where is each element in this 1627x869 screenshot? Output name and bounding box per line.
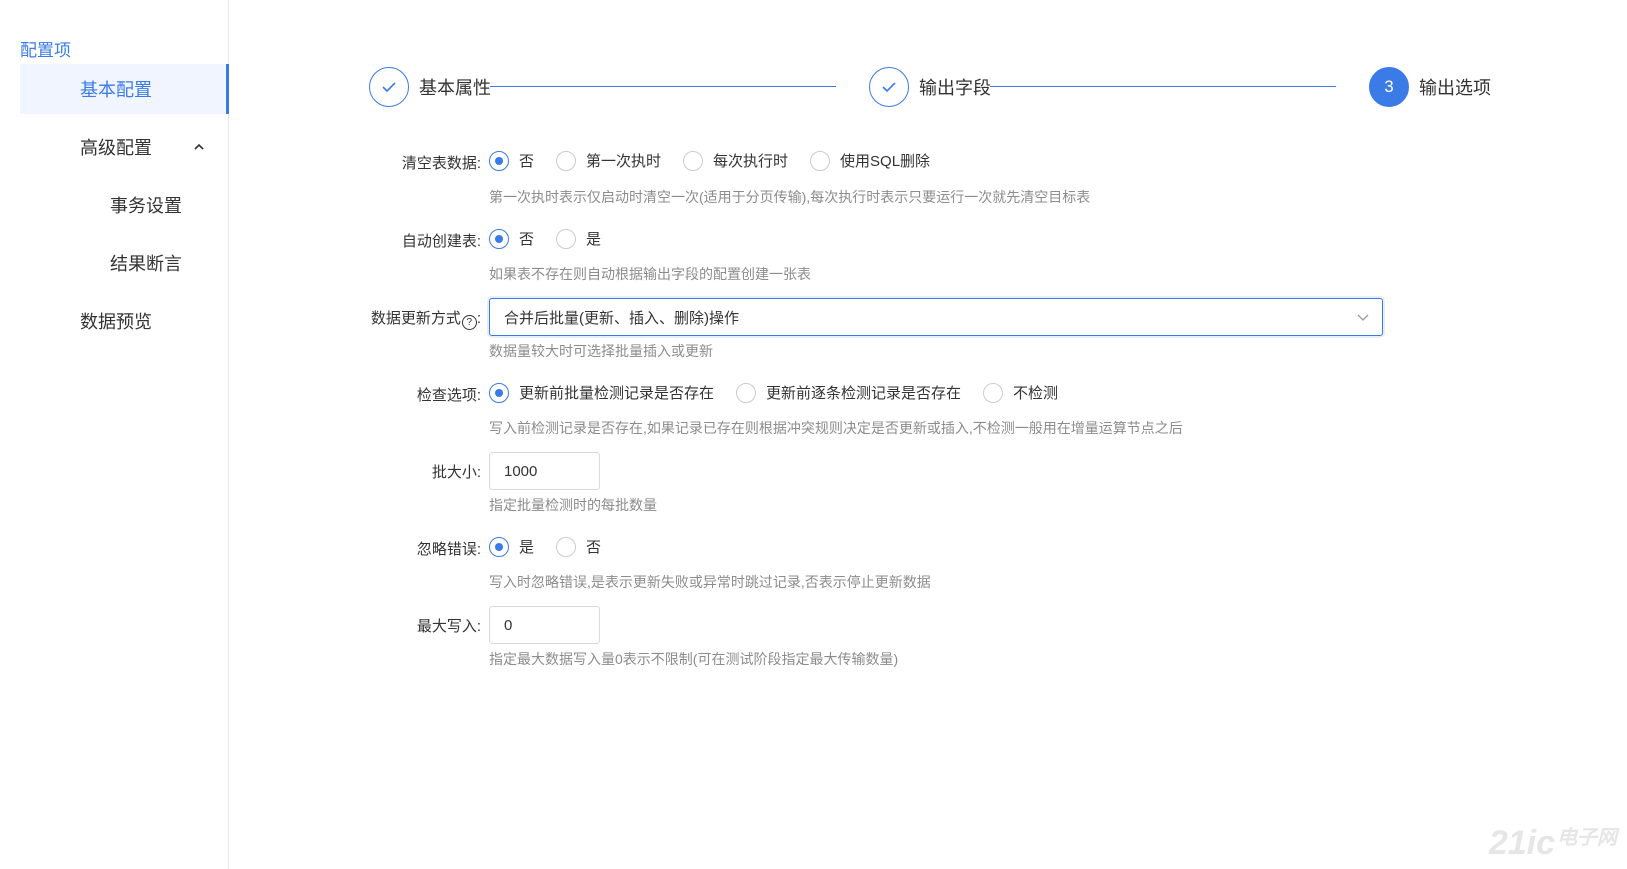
- sidebar: 配置项 基本配置 高级配置 事务设置 结果断言 数据预览: [0, 0, 229, 869]
- radio-dot: [489, 536, 509, 557]
- radio-label: 是: [586, 231, 602, 248]
- radio-label: 是: [519, 539, 535, 556]
- help-icon[interactable]: ?: [461, 315, 477, 330]
- radio-dot: [556, 150, 577, 171]
- radio-check-batch[interactable]: 更新前批量检测记录是否存在: [489, 382, 714, 403]
- field-hint: 写入前检测记录是否存在,如果记录已存在则根据冲突规则决定是否更新或插入,不检测一…: [489, 420, 1183, 436]
- radio-label: 更新前批量检测记录是否存在: [519, 385, 715, 402]
- radio-label: 第一次执时: [586, 153, 662, 170]
- steps-bar: 基本属性 输出字段 3 输出选项: [369, 66, 1529, 108]
- update-mode-select[interactable]: 合并后批量(更新、插入、删除)操作: [489, 298, 1383, 336]
- field-hint: 如果表不存在则自动根据输出字段的配置创建一张表: [489, 266, 811, 282]
- field-hint: 数据量较大时可选择批量插入或更新: [489, 343, 713, 359]
- radio-label: 否: [586, 539, 602, 556]
- check-icon: [382, 82, 396, 93]
- sidebar-item-advanced-config[interactable]: 高级配置: [20, 122, 229, 172]
- radio-check-none[interactable]: 不检测: [983, 382, 1058, 403]
- max-write-input[interactable]: 0: [489, 606, 600, 644]
- chevron-up-icon: [194, 143, 204, 150]
- chevron-down-icon: [1357, 314, 1369, 321]
- sidebar-item-data-preview[interactable]: 数据预览: [20, 296, 229, 346]
- field-hint: 指定最大数据写入量0表示不限制(可在测试阶段指定最大传输数量): [489, 651, 899, 667]
- form-label: 批大小:: [431, 464, 481, 481]
- form-label: 忽略错误:: [416, 541, 481, 558]
- field-hint: 写入时忽略错误,是表示更新失败或异常时跳过记录,否表示停止更新数据: [489, 574, 931, 590]
- step-basic-properties[interactable]: 基本属性: [369, 66, 491, 108]
- sidebar-item-label: 结果断言: [110, 254, 182, 274]
- radio-label: 不检测: [1013, 385, 1059, 402]
- sidebar-title: 配置项: [20, 41, 71, 60]
- batch-size-input[interactable]: 1000: [489, 452, 600, 490]
- step-output-fields[interactable]: 输出字段: [869, 66, 991, 108]
- radio-clear-first-time[interactable]: 第一次执时: [556, 150, 661, 171]
- input-value: 1000: [504, 462, 538, 480]
- form-label-text: 数据更新方式: [370, 310, 461, 327]
- radio-label: 使用SQL删除: [840, 153, 931, 170]
- step-output-options[interactable]: 3 输出选项: [1369, 66, 1491, 108]
- radio-check-one-by-one[interactable]: 更新前逐条检测记录是否存在: [736, 382, 961, 403]
- radio-dot: [983, 382, 1004, 403]
- radio-auto-create-yes[interactable]: 是: [556, 228, 601, 249]
- step-label: 基本属性: [419, 78, 491, 98]
- radio-label: 否: [519, 231, 535, 248]
- step-connector: [490, 86, 836, 87]
- radio-clear-sql-delete[interactable]: 使用SQL删除: [810, 150, 930, 171]
- watermark-cn: 电子网: [1557, 827, 1617, 849]
- form-label: 检查选项:: [416, 387, 481, 404]
- radio-dot: [810, 150, 831, 171]
- form-label-colon: :: [476, 310, 481, 327]
- form-label: 最大写入:: [416, 618, 481, 635]
- radio-dot: [556, 228, 577, 249]
- step-done-circle: [369, 67, 409, 107]
- sidebar-item-result-assert[interactable]: 结果断言: [20, 238, 229, 288]
- sidebar-item-basic-config[interactable]: 基本配置: [20, 64, 229, 114]
- field-hint: 第一次执时表示仅启动时清空一次(适用于分页传输),每次执行时表示只要运行一次就先…: [489, 189, 1091, 205]
- radio-dot: [556, 536, 577, 557]
- radio-ignore-yes[interactable]: 是: [489, 536, 534, 557]
- step-connector: [990, 86, 1336, 87]
- radio-clear-no[interactable]: 否: [489, 150, 534, 171]
- radio-dot: [489, 150, 509, 171]
- check-icon: [882, 82, 896, 93]
- radio-dot: [736, 382, 757, 403]
- form-label: 自动创建表:: [401, 233, 481, 250]
- step-number-circle: 3: [1369, 67, 1409, 107]
- sidebar-item-label: 高级配置: [80, 138, 152, 158]
- watermark-logo: 21ic 电子网: [1489, 821, 1617, 863]
- field-hint: 指定批量检测时的每批数量: [489, 497, 657, 513]
- sidebar-item-label: 数据预览: [80, 312, 152, 332]
- step-label: 输出选项: [1419, 78, 1491, 98]
- sidebar-item-label: 基本配置: [80, 80, 152, 100]
- form-label: 数据更新方式?:: [371, 307, 481, 330]
- select-value: 合并后批量(更新、插入、删除)操作: [504, 309, 739, 327]
- form-label: 清空表数据:: [401, 155, 481, 172]
- radio-dot: [489, 382, 509, 403]
- input-value: 0: [504, 616, 513, 634]
- step-done-circle: [869, 67, 909, 107]
- sidebar-item-transaction[interactable]: 事务设置: [20, 180, 229, 230]
- radio-label: 更新前逐条检测记录是否存在: [766, 385, 962, 402]
- sidebar-item-label: 事务设置: [110, 196, 182, 216]
- radio-ignore-no[interactable]: 否: [556, 536, 601, 557]
- radio-label: 否: [519, 153, 535, 170]
- radio-dot: [489, 228, 509, 249]
- radio-clear-every-time[interactable]: 每次执行时: [683, 150, 788, 171]
- radio-dot: [683, 150, 704, 171]
- watermark-text: 21ic: [1488, 824, 1555, 862]
- step-label: 输出字段: [919, 78, 991, 98]
- radio-auto-create-no[interactable]: 否: [489, 228, 534, 249]
- radio-label: 每次执行时: [713, 153, 789, 170]
